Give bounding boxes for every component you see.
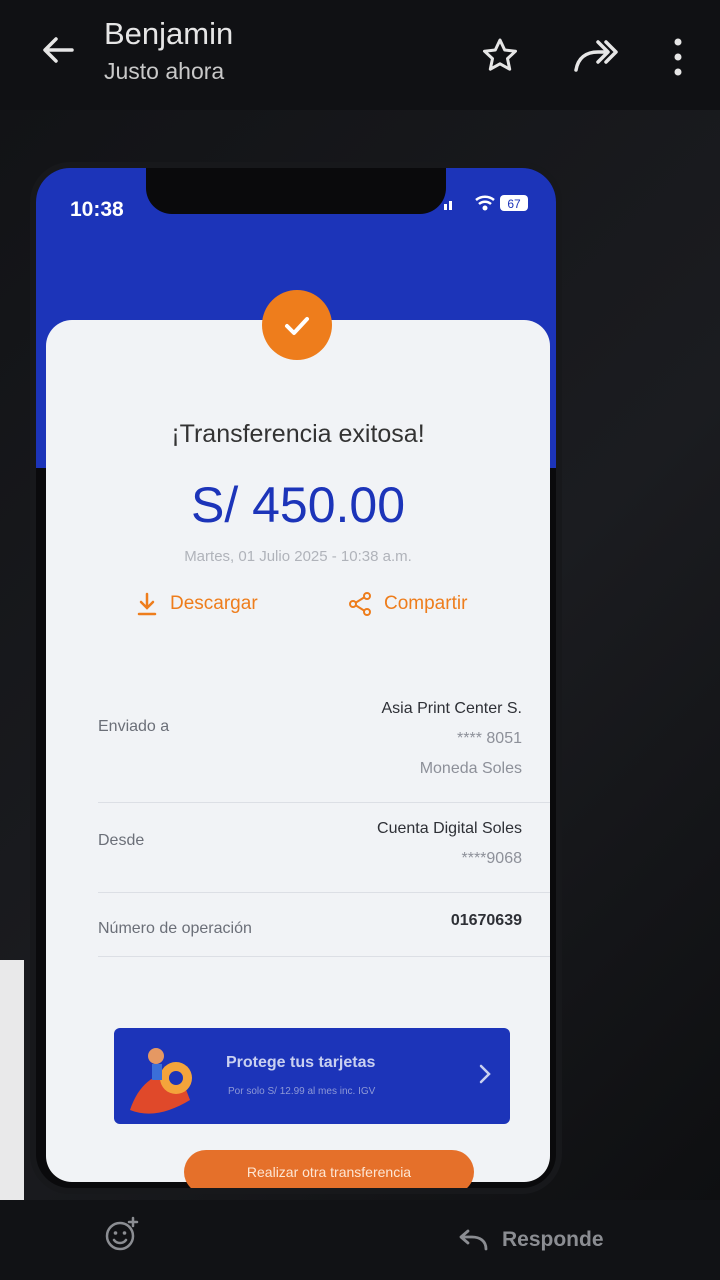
operation-number: 01670639 [450,912,522,929]
download-button[interactable]: Descargar [136,592,258,616]
check-icon [285,317,309,335]
transfer-amount: S/ 450.00 [190,477,406,533]
back-arrow-icon[interactable] [38,30,78,70]
more-options-icon[interactable] [668,36,688,78]
from-account-number: ****9068 [461,850,523,867]
battery-level: 67 [507,197,521,211]
message-header: Benjamin Justo ahora [0,0,720,110]
superhero-illustration-icon [130,1048,192,1114]
add-reaction-icon[interactable] [104,1216,140,1252]
divider [98,892,550,893]
download-icon [137,592,157,616]
status-icons: 67 [444,195,528,211]
divider [98,956,550,957]
share-icon [349,592,371,616]
phone-notch [146,168,446,214]
banner-title: Protege tus tarjetas [226,1054,376,1071]
star-icon[interactable] [480,36,520,76]
reply-button[interactable]: Responde [458,1228,604,1252]
from-account-name: Cuenta Digital Soles [377,820,522,837]
from-label: Desde [98,832,145,849]
phone-screenshot[interactable]: 10:38 67 ¡Transferencia exitosa! S/ 450.… [36,168,556,1188]
forward-icon[interactable] [572,36,618,76]
recipient-name: Asia Print Center S. [381,700,523,717]
divider [98,802,550,803]
operation-label: Número de operación [98,920,252,937]
chevron-right-icon [479,1064,491,1084]
recipient-currency: Moneda Soles [419,760,522,777]
banner-subtitle: Por solo S/ 12.99 al mes inc. IGV [228,1086,376,1097]
promo-banner[interactable]: Protege tus tarjetas Por solo S/ 12.99 a… [114,1028,510,1124]
share-label: Compartir [384,593,468,614]
recipient-account: **** 8051 [457,730,522,747]
new-transfer-button[interactable]: Realizar otra transferencia [184,1150,474,1188]
phone-clock: 10:38 [70,198,124,221]
sender-name: Benjamin [104,16,234,51]
reply-icon [459,1229,488,1251]
download-label: Descargar [170,593,258,614]
transfer-date: Martes, 01 Julio 2025 - 10:38 a.m. [184,548,412,565]
success-check-badge [262,290,332,360]
reply-label: Responde [502,1228,604,1251]
share-button[interactable]: Compartir [348,592,467,616]
sent-to-label: Enviado a [98,718,170,735]
message-time: Justo ahora [104,58,225,84]
receipt-title: ¡Transferencia exitosa! [171,420,425,448]
